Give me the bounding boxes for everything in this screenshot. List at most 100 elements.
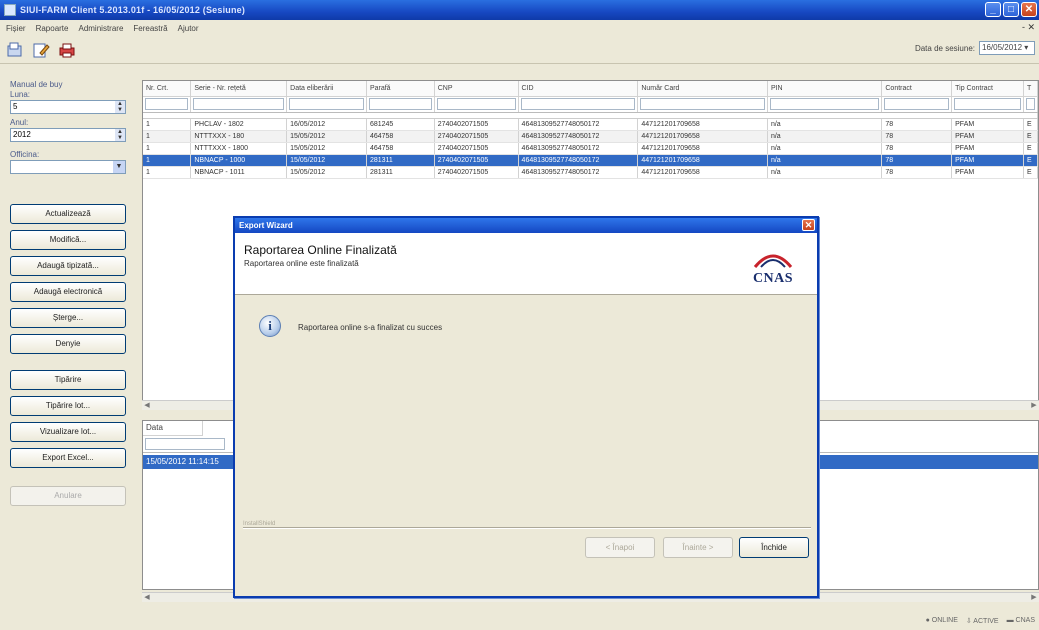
session-date-field[interactable]: 16/05/2012 ▾ bbox=[979, 41, 1035, 55]
filter-cell[interactable] bbox=[767, 96, 883, 113]
cnas-logo: CNAS bbox=[745, 247, 801, 287]
table-row[interactable]: 1 NBNACP - 1011 15/05/2012 281311 2740402071… bbox=[143, 166, 1038, 179]
dialog-close-button[interactable]: ✕ bbox=[802, 219, 815, 231]
print-icon[interactable] bbox=[58, 41, 76, 59]
cell-parafa: 464758 bbox=[366, 142, 435, 155]
filter-cell[interactable] bbox=[518, 96, 639, 113]
cell-parafa: 464758 bbox=[366, 130, 435, 143]
filter-cell[interactable] bbox=[951, 96, 1024, 113]
tiparire-lot-button[interactable]: Tipărire lot... bbox=[10, 396, 126, 416]
chevron-down-icon[interactable]: ▼ bbox=[113, 161, 125, 173]
filter-cell[interactable] bbox=[881, 96, 953, 113]
sterge-button[interactable]: Șterge... bbox=[10, 308, 126, 328]
status-online: ● ONLINE bbox=[925, 617, 958, 624]
prescriptions-table: Nr. Crt. Serie - Nr. rețetă Data eliberă… bbox=[143, 81, 1038, 179]
col-nr-crt[interactable]: Nr. Crt. bbox=[143, 81, 192, 97]
cell-pin: n/a bbox=[767, 154, 883, 167]
scroll-right-icon[interactable]: ▶ bbox=[1029, 593, 1039, 603]
minimize-button[interactable]: _ bbox=[985, 2, 1001, 17]
finish-button[interactable]: Închide bbox=[739, 537, 809, 558]
filter-cell[interactable] bbox=[366, 96, 435, 113]
open-icon[interactable] bbox=[6, 41, 24, 59]
adauga-tipizata-button[interactable]: Adaugă tipizată... bbox=[10, 256, 126, 276]
cell-parafa: 281311 bbox=[366, 166, 435, 179]
anul-input[interactable]: 2012 ▲ ▼ bbox=[10, 128, 126, 142]
app-icon bbox=[4, 4, 16, 16]
col-cnp[interactable]: CNP bbox=[434, 81, 519, 97]
actualizeaza-button[interactable]: Actualizează bbox=[10, 204, 126, 224]
cell-cnp: 2740402071505 bbox=[434, 142, 519, 155]
col-contract[interactable]: Contract bbox=[881, 81, 953, 97]
filter-cell[interactable] bbox=[434, 96, 519, 113]
table-row[interactable]: 1 NTTTXXX - 180 15/05/2012 464758 2740402071… bbox=[143, 130, 1038, 143]
toolbar bbox=[0, 36, 1039, 64]
cell-contract: 78 bbox=[881, 166, 953, 179]
footer-divider bbox=[243, 527, 811, 529]
menu-administrare[interactable]: Administrare bbox=[78, 24, 123, 33]
col-cid[interactable]: CID bbox=[518, 81, 639, 97]
menu-fisier[interactable]: Fișier bbox=[6, 24, 26, 33]
anul-spinner[interactable]: ▲ ▼ bbox=[115, 129, 125, 141]
session-date: Data de sesiune: 16/05/2012 ▾ bbox=[915, 41, 1035, 55]
cell-t: E bbox=[1023, 118, 1038, 131]
close-button[interactable]: ✕ bbox=[1021, 2, 1037, 17]
col-tip-contract[interactable]: Tip Contract bbox=[951, 81, 1024, 97]
anul-value: 2012 bbox=[13, 130, 31, 139]
maximize-button[interactable]: □ bbox=[1003, 2, 1019, 17]
menu-ajutor[interactable]: Ajutor bbox=[178, 24, 199, 33]
modifica-button[interactable]: Modifică... bbox=[10, 230, 126, 250]
cnas-logo-text: CNAS bbox=[752, 271, 794, 286]
cell-tip-contract: PFAM bbox=[951, 118, 1024, 131]
cell-contract: 78 bbox=[881, 118, 953, 131]
scroll-left-icon[interactable]: ◀ bbox=[142, 593, 152, 603]
scroll-left-icon[interactable]: ◀ bbox=[142, 401, 152, 411]
table-row[interactable]: 1 NBNACP - 1000 15/05/2012 281311 2740402071… bbox=[143, 154, 1038, 167]
vizualizare-lot-button[interactable]: Vizualizare lot... bbox=[10, 422, 126, 442]
table-row[interactable]: 1 NTTTXXX - 1800 15/05/2012 464758 274040207… bbox=[143, 142, 1038, 155]
cell-cnp: 2740402071505 bbox=[434, 166, 519, 179]
luna-input[interactable]: 5 ▲ ▼ bbox=[10, 100, 126, 114]
cell-pin: n/a bbox=[767, 118, 883, 131]
cell-data-eliberarii: 16/05/2012 bbox=[286, 118, 367, 131]
table-row[interactable]: 1 PHCLAV - 1802 16/05/2012 681245 2740402071… bbox=[143, 118, 1038, 131]
back-button[interactable]: < Înapoi bbox=[585, 537, 655, 558]
col-data[interactable]: Data bbox=[143, 421, 203, 436]
filter-cell[interactable] bbox=[190, 96, 288, 113]
scroll-right-icon[interactable]: ▶ bbox=[1029, 401, 1039, 411]
col-serie-nr[interactable]: Serie - Nr. rețetă bbox=[190, 81, 288, 97]
export-excel-button[interactable]: Export Excel... bbox=[10, 448, 126, 468]
edit-icon[interactable] bbox=[32, 41, 50, 59]
cell-parafa: 281311 bbox=[366, 154, 435, 167]
tiparire-button[interactable]: Tipărire bbox=[10, 370, 126, 390]
cell-numar-card: 447121201709658 bbox=[637, 166, 768, 179]
cell-tip-contract: PFAM bbox=[951, 130, 1024, 143]
officina-label: Officina: bbox=[10, 150, 40, 159]
anulare-button[interactable]: Anulare bbox=[10, 486, 126, 506]
cell-cid: 46481309527748050172 bbox=[518, 142, 639, 155]
next-button[interactable]: Înainte > bbox=[663, 537, 733, 558]
col-t[interactable]: T bbox=[1023, 81, 1038, 97]
col-data-eliberarii[interactable]: Data eliberării bbox=[286, 81, 367, 97]
denyie-button[interactable]: Denyie bbox=[10, 334, 126, 354]
col-pin[interactable]: PIN bbox=[767, 81, 883, 97]
filter-cell[interactable] bbox=[286, 96, 367, 113]
filter-cell[interactable] bbox=[1023, 96, 1038, 113]
adauga-electronica-button[interactable]: Adaugă electronică bbox=[10, 282, 126, 302]
col-numar-card[interactable]: Număr Card bbox=[637, 81, 768, 97]
filter-cell[interactable] bbox=[143, 96, 192, 113]
cell-pin: n/a bbox=[767, 166, 883, 179]
mdi-controls[interactable]: - ✕ bbox=[1022, 22, 1035, 33]
cell-cid: 46481309527748050172 bbox=[518, 154, 639, 167]
filter-cell[interactable] bbox=[637, 96, 768, 113]
menu-rapoarte[interactable]: Rapoarte bbox=[36, 24, 69, 33]
menu-fereastra[interactable]: Fereastră bbox=[133, 24, 167, 33]
cell-numar-card: 447121201709658 bbox=[637, 142, 768, 155]
cell-t: E bbox=[1023, 130, 1038, 143]
luna-spinner[interactable]: ▲ ▼ bbox=[115, 101, 125, 113]
window-title: SIUI-FARM Client 5.2013.01f - 16/05/2012… bbox=[20, 5, 246, 15]
cell-data-eliberarii: 15/05/2012 bbox=[286, 166, 367, 179]
cell-cnp: 2740402071505 bbox=[434, 130, 519, 143]
cell-serie-nr: PHCLAV - 1802 bbox=[190, 118, 288, 131]
col-parafa[interactable]: Parafă bbox=[366, 81, 435, 97]
officina-select[interactable]: ▼ bbox=[10, 160, 126, 174]
